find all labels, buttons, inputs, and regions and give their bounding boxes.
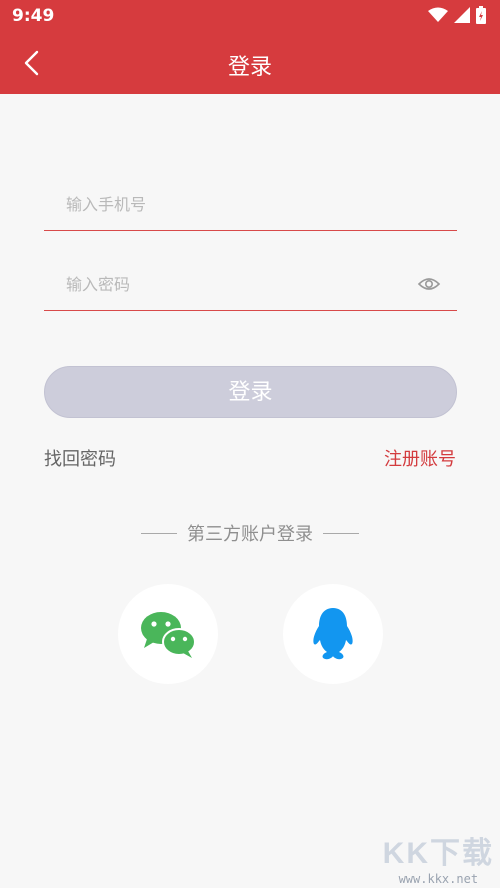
- phone-field: [44, 178, 457, 231]
- password-input[interactable]: [64, 268, 408, 300]
- password-field: [44, 258, 457, 311]
- wifi-icon: [428, 7, 448, 22]
- watermark-brand: KK下载: [382, 837, 494, 870]
- status-bar: 9:49: [0, 0, 500, 32]
- watermark: KK下载 www.kkx.net: [383, 828, 494, 886]
- battery-icon: [476, 6, 486, 24]
- forgot-password-link[interactable]: 找回密码: [44, 445, 116, 471]
- wechat-icon: [141, 612, 196, 658]
- phone-input[interactable]: [64, 188, 408, 220]
- status-icons: [428, 6, 486, 24]
- app-bar: 登录: [0, 32, 500, 94]
- divider-line: [323, 532, 359, 534]
- login-button[interactable]: 登录: [44, 366, 457, 418]
- divider-line: [141, 532, 177, 534]
- qq-login-button[interactable]: [283, 584, 383, 684]
- page-title: 登录: [227, 55, 272, 80]
- register-link[interactable]: 注册账号: [384, 445, 456, 471]
- eye-icon[interactable]: [417, 274, 441, 294]
- watermark-url: www.kkx.net: [398, 872, 479, 886]
- signal-icon: [454, 7, 470, 23]
- third-party-login-divider: 第三方账户登录: [0, 520, 500, 546]
- status-time: 9:49: [12, 6, 55, 26]
- wechat-login-button[interactable]: [118, 584, 218, 684]
- qq-icon: [313, 608, 353, 660]
- third-party-title: 第三方账户登录: [187, 524, 313, 545]
